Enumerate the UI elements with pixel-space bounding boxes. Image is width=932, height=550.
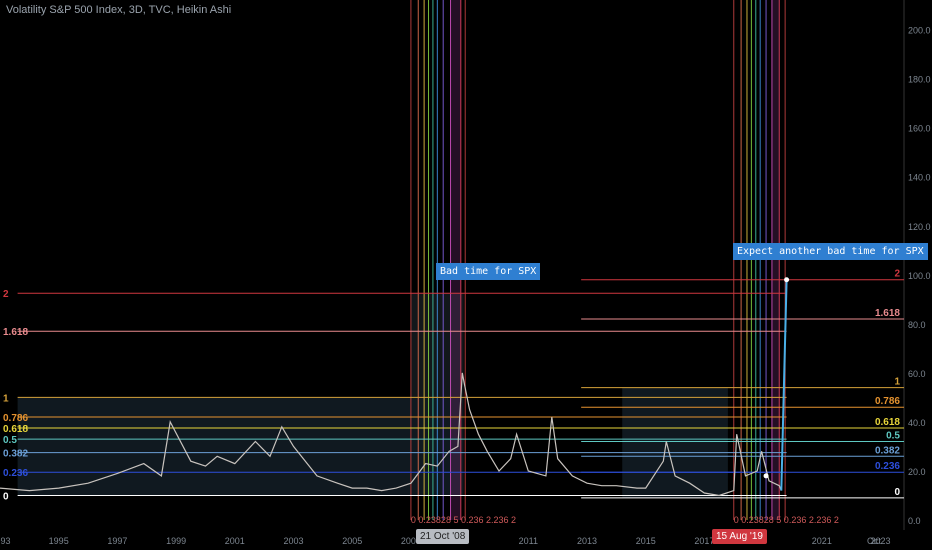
fib-label-left: 0.236 xyxy=(3,468,28,479)
date-marker-2019: 15 Aug '19 xyxy=(712,529,767,544)
y-tick-label: 120.0 xyxy=(908,222,931,232)
x-tick-label: 1999 xyxy=(166,536,186,546)
x-tick-label: 2003 xyxy=(283,536,303,546)
y-tick-label: 80.0 xyxy=(908,320,926,330)
y-tick-label: 60.0 xyxy=(908,369,926,379)
x-tick-label: Oct xyxy=(867,536,882,546)
fib-label-left: 0.382 xyxy=(3,449,28,460)
y-tick-label: 160.0 xyxy=(908,124,931,134)
annotation-bad-time[interactable]: Bad time for SPX xyxy=(436,263,541,280)
fib-label-right: 1.618 xyxy=(875,308,900,319)
x-tick-label: 993 xyxy=(0,536,11,546)
fib-label-left: 1.618 xyxy=(3,327,28,338)
x-tick-label: 1997 xyxy=(107,536,127,546)
fib-label-left: 1 xyxy=(3,393,9,404)
y-tick-label: 40.0 xyxy=(908,418,926,428)
fib-label-left: 0 xyxy=(3,491,9,502)
annotation-expect-bad-time[interactable]: Expect another bad time for SPX xyxy=(733,243,928,260)
y-tick-label: 140.0 xyxy=(908,173,931,183)
fib-label-right: 2 xyxy=(894,269,900,280)
fib-label-left: 0.618 xyxy=(3,424,28,435)
x-tick-label: 1995 xyxy=(49,536,69,546)
time-fib-label: 0 0.23828 5 0.236 2.236 2 xyxy=(411,515,516,525)
fib-label-left: 2 xyxy=(3,289,9,300)
date-marker-2008: 21 Oct '08 xyxy=(416,529,470,544)
low-dot xyxy=(763,473,769,479)
y-tick-label: 20.0 xyxy=(908,467,926,477)
time-fib-label: 0 0.23828 5 0.236 2.236 2 xyxy=(734,515,839,525)
fib-label-right: 0.786 xyxy=(875,396,900,407)
fib-label-right: 0.382 xyxy=(875,445,900,456)
x-tick-label: 2013 xyxy=(577,536,597,546)
fib-label-right: 0 xyxy=(894,487,900,498)
fib-label-right: 1 xyxy=(894,377,900,388)
x-tick-label: 2021 xyxy=(812,536,832,546)
fib-label-right: 0.618 xyxy=(875,417,900,428)
fib-label-left: 0.5 xyxy=(3,435,17,446)
projection-spike xyxy=(780,279,788,491)
fib-box-right xyxy=(622,387,728,498)
time-fib-band xyxy=(450,0,461,520)
fib-box-left xyxy=(17,397,464,496)
fib-label-right: 0.5 xyxy=(886,431,900,442)
x-tick-label: 2015 xyxy=(636,536,656,546)
x-tick-label: 2001 xyxy=(225,536,245,546)
y-tick-label: 0.0 xyxy=(908,516,921,526)
fib-label-left: 0.786 xyxy=(3,413,28,424)
fib-label-right: 0.236 xyxy=(875,461,900,472)
spike-dot xyxy=(784,277,790,283)
x-tick-label: 2011 xyxy=(519,536,538,546)
y-tick-label: 180.0 xyxy=(908,75,931,85)
y-tick-label: 200.0 xyxy=(908,26,931,36)
x-tick-label: 2005 xyxy=(342,536,362,546)
y-tick-label: 100.0 xyxy=(908,271,931,281)
